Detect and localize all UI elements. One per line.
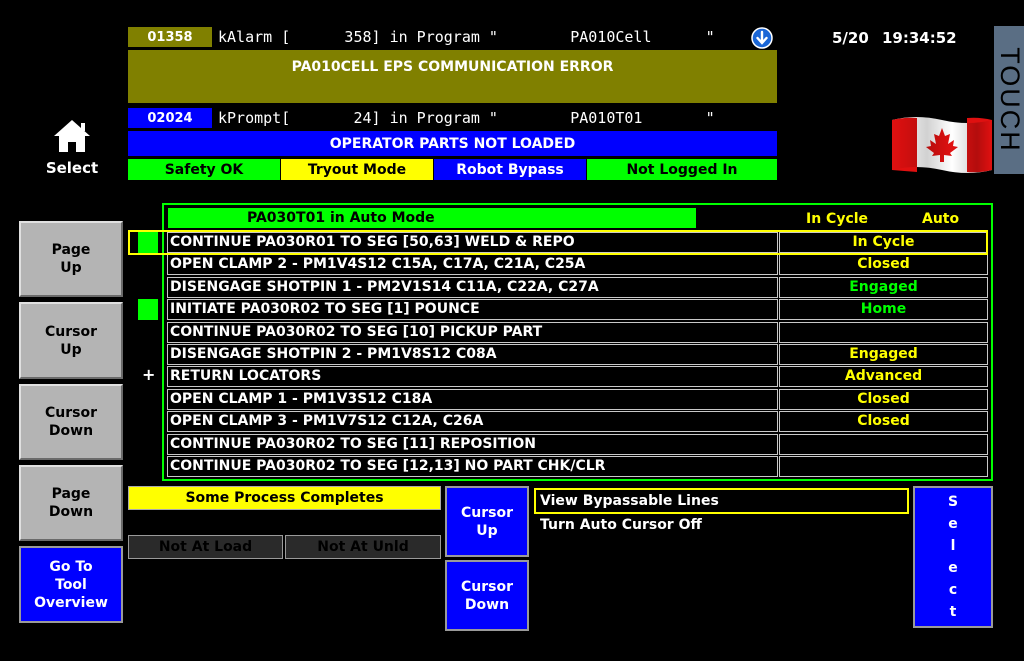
sequence-cycle-status: In Cycle xyxy=(806,211,869,227)
touch-panel[interactable]: TOUCH xyxy=(994,26,1024,174)
row-plus-marker: + xyxy=(142,365,156,384)
sequence-row-step[interactable]: DISENGAGE SHOTPIN 2 - PM1V8S12 C08A xyxy=(167,344,778,365)
status-robot-bypass: Robot Bypass xyxy=(434,159,586,180)
option-turn-auto-cursor-off[interactable]: Turn Auto Cursor Off xyxy=(540,515,840,535)
alarm-line: kAlarm [ 358] in Program " PA010Cell " xyxy=(218,28,715,46)
page-down-button[interactable]: Page Down xyxy=(19,465,123,541)
sequence-row-step[interactable]: INITIATE PA030R02 TO SEG [1] POUNCE xyxy=(167,299,778,320)
process-status: Some Process Completes xyxy=(128,486,441,510)
alarm-number: 01358 xyxy=(128,27,212,47)
sequence-row-status: Engaged xyxy=(779,277,988,298)
info-down-icon[interactable] xyxy=(751,27,773,49)
sequence-row-step[interactable]: RETURN LOCATORS xyxy=(167,366,778,387)
sequence-row-step[interactable]: CONTINUE PA030R02 TO SEG [12,13] NO PART… xyxy=(167,456,778,477)
prompt-banner: OPERATOR PARTS NOT LOADED xyxy=(128,131,777,156)
prompt-number: 02024 xyxy=(128,108,212,128)
sequence-row-step[interactable]: OPEN CLAMP 1 - PM1V3S12 C18A xyxy=(167,389,778,410)
home-icon xyxy=(54,120,90,152)
sequence-row-status xyxy=(779,322,988,343)
cursor-up-button[interactable]: Cursor Up xyxy=(19,302,123,379)
prompt-line: kPrompt[ 24] in Program " PA010T01 " xyxy=(218,109,715,127)
not-at-unld-status: Not At Unld xyxy=(285,535,441,559)
not-at-load-status: Not At Load xyxy=(128,535,283,559)
sequence-row-status xyxy=(779,456,988,477)
sequence-row-status: Engaged xyxy=(779,344,988,365)
sequence-mode: Auto xyxy=(922,211,960,227)
list-cursor-down-button[interactable]: Cursor Down xyxy=(445,560,529,631)
home-select-button[interactable]: Select xyxy=(40,118,104,180)
option-view-bypassable-lines[interactable]: View Bypassable Lines xyxy=(534,488,909,514)
go-to-tool-overview-button[interactable]: Go To Tool Overview xyxy=(19,546,123,623)
selected-row-highlight xyxy=(128,230,988,255)
sequence-row-status: Home xyxy=(779,299,988,320)
sequence-row-step[interactable]: CONTINUE PA030R02 TO SEG [10] PICKUP PAR… xyxy=(167,322,778,343)
time: 19:34:52 xyxy=(882,29,957,47)
row-active-indicator xyxy=(138,299,158,320)
sequence-row-step[interactable]: DISENGAGE SHOTPIN 1 - PM2V1S14 C11A, C22… xyxy=(167,277,778,298)
list-cursor-up-button[interactable]: Cursor Up xyxy=(445,486,529,557)
sequence-row-step[interactable]: OPEN CLAMP 2 - PM1V4S12 C15A, C17A, C21A… xyxy=(167,254,778,275)
sequence-row-step[interactable]: OPEN CLAMP 3 - PM1V7S12 C12A, C26A xyxy=(167,411,778,432)
sequence-row-status: Closed xyxy=(779,411,988,432)
sequence-row-status: Closed xyxy=(779,389,988,410)
sequence-title: PA030T01 in Auto Mode xyxy=(168,208,696,228)
sequence-row-status xyxy=(779,434,988,455)
status-login: Not Logged In xyxy=(587,159,777,180)
home-select-label: Select xyxy=(45,159,99,177)
cursor-down-button[interactable]: Cursor Down xyxy=(19,384,123,460)
sequence-row-status: Advanced xyxy=(779,366,988,387)
status-safety: Safety OK xyxy=(128,159,280,180)
date: 5/20 xyxy=(832,29,869,47)
alarm-banner: PA010CELL EPS COMMUNICATION ERROR xyxy=(128,50,777,103)
select-button[interactable]: S e l e c t xyxy=(913,486,993,628)
sequence-row-step[interactable]: CONTINUE PA030R02 TO SEG [11] REPOSITION xyxy=(167,434,778,455)
status-tryout-mode: Tryout Mode xyxy=(281,159,433,180)
touch-label: TOUCH xyxy=(995,47,1024,153)
page-up-button[interactable]: Page Up xyxy=(19,221,123,297)
sequence-row-status: Closed xyxy=(779,254,988,275)
canada-flag-icon xyxy=(890,114,994,176)
